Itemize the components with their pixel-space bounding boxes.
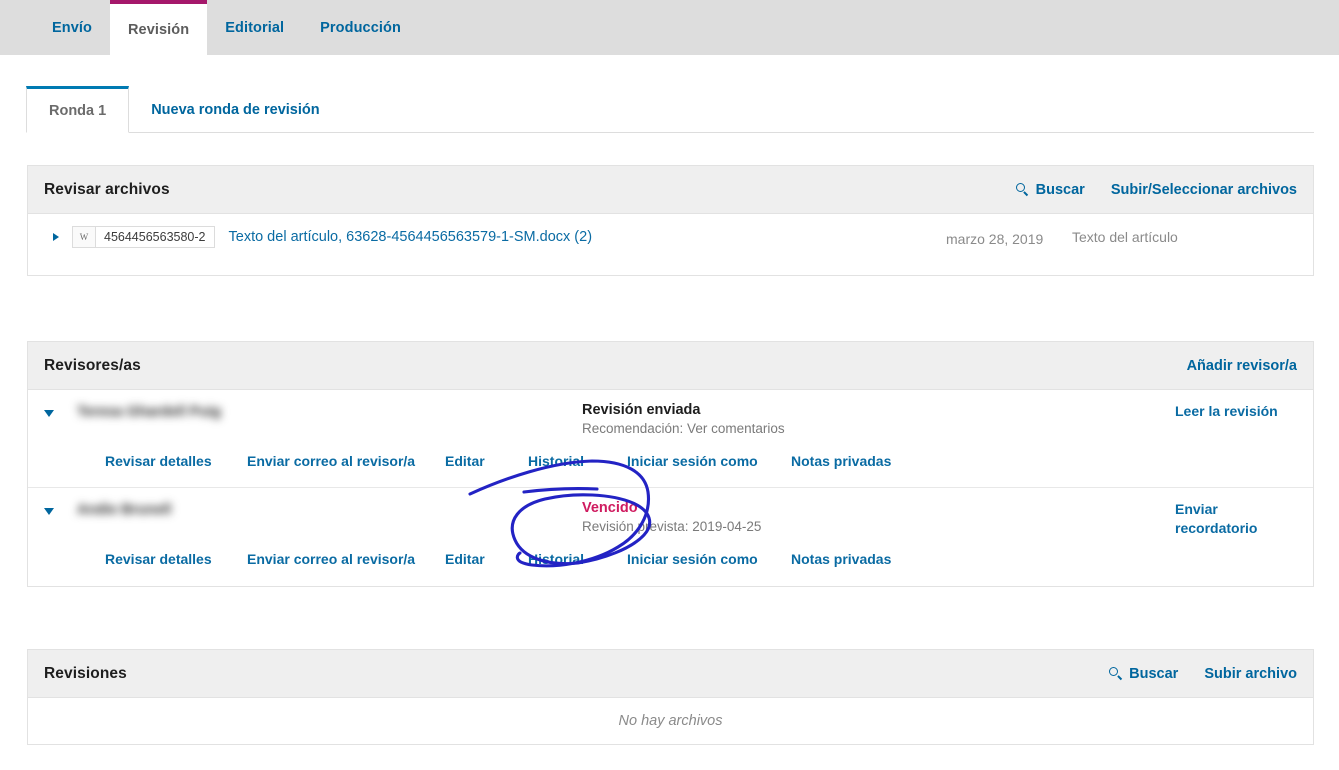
reviewer-status-sub: Revisión prevista: 2019-04-25 [582,519,762,534]
reviewers-title: Revisores/as [44,356,141,374]
workflow-tabs: Envío Revisión Editorial Producción [34,0,419,55]
review-files-actions: Buscar Subir/Seleccionar archivos [1015,181,1297,198]
file-id: 4564456563580-2 [96,226,215,248]
revisions-empty-message: No hay archivos [618,713,723,729]
reviewer-history-link[interactable]: Historial [528,551,584,567]
review-files-search-label: Buscar [1035,181,1085,198]
reviewer-details-link[interactable]: Revisar detalles [105,453,212,469]
review-files-search-button[interactable]: Buscar [1015,181,1085,198]
tab-produccion[interactable]: Producción [302,0,419,55]
review-files-title: Revisar archivos [44,180,170,198]
workflow-tab-bar: Envío Revisión Editorial Producción [0,0,1339,55]
search-icon [1015,183,1029,196]
reviewer-status: Revisión enviada Recomendación: Ver come… [582,402,1002,436]
revisions-search-label: Buscar [1129,665,1179,682]
tab-editorial[interactable]: Editorial [207,0,302,55]
collapse-reviewer-caret-icon[interactable] [44,410,54,417]
upload-file-button[interactable]: Subir archivo [1204,666,1297,682]
reviewer-status-badge: Vencido [582,500,638,516]
file-name-link[interactable]: Texto del artículo, 63628-4564456563579-… [229,229,593,245]
tab-revision[interactable]: Revisión [109,0,208,55]
reviewers-header-actions: Añadir revisor/a [1187,358,1297,374]
revisions-title: Revisiones [44,664,127,682]
tab-envio[interactable]: Envío [34,0,110,55]
reviewer-private-notes-link[interactable]: Notas privadas [791,453,891,469]
reviewer-row: Teresa Ghardell Puig Revisión enviada Re… [28,390,1313,488]
reviewer-details-link[interactable]: Revisar detalles [105,551,212,567]
reviewer-history-link[interactable]: Historial [528,453,584,469]
reviewer-status-title: Revisión enviada [582,402,701,418]
reviewer-email-link[interactable]: Enviar correo al revisor/a [247,453,415,469]
tab-nueva-ronda[interactable]: Nueva ronda de revisión [129,86,341,133]
reviewer-actions: Revisar detalles Enviar correo al reviso… [28,540,1313,567]
expand-file-caret-icon[interactable] [53,233,59,241]
upload-select-files-button[interactable]: Subir/Seleccionar archivos [1111,182,1297,198]
read-review-link[interactable]: Leer la revisión [1175,402,1287,421]
reviewers-panel: Revisores/as Añadir revisor/a Teresa Gha… [27,341,1314,587]
reviewer-row: Andie Brunell Vencido Revisión prevista:… [28,488,1313,586]
reviewer-actions: Revisar detalles Enviar correo al reviso… [28,442,1313,469]
reviewer-name: Andie Brunell [77,502,172,518]
reviewer-edit-link[interactable]: Editar [445,453,485,469]
reviewer-login-as-link[interactable]: Iniciar sesión como [627,453,758,469]
reviewer-private-notes-link[interactable]: Notas privadas [791,551,891,567]
file-row: W 4564456563580-2 Texto del artículo, 63… [28,214,1313,275]
reviewer-email-link[interactable]: Enviar correo al revisor/a [247,551,415,567]
revisions-header-actions: Buscar Subir archivo [1109,666,1297,682]
search-icon [1109,667,1122,680]
revisions-panel: Revisiones Buscar Subir archivo No hay a… [27,649,1314,745]
reviewer-name: Teresa Ghardell Puig [77,404,221,420]
word-doc-icon: W [72,226,96,248]
revisions-header: Revisiones Buscar Subir archivo [28,650,1313,698]
add-reviewer-button[interactable]: Añadir revisor/a [1187,358,1297,374]
tab-ronda-1[interactable]: Ronda 1 [26,86,130,133]
reviewers-header: Revisores/as Añadir revisor/a [28,342,1313,390]
reviewer-edit-link[interactable]: Editar [445,551,485,567]
collapse-reviewer-caret-icon[interactable] [44,508,54,515]
file-type: Texto del artículo [1072,229,1178,245]
send-reminder-link[interactable]: Enviar recordatorio [1175,500,1287,538]
review-files-panel: Revisar archivos Buscar Subir/Selecciona… [27,165,1314,276]
round-tabs: Ronda 1 Nueva ronda de revisión [26,86,342,133]
page-root: Envío Revisión Editorial Producción Rond… [0,0,1339,770]
reviewer-status: Vencido Revisión prevista: 2019-04-25 [582,500,1002,534]
file-id-group: W 4564456563580-2 [72,226,215,248]
file-date: marzo 28, 2019 [946,231,1044,247]
reviewer-status-sub: Recomendación: Ver comentarios [582,421,785,436]
review-files-header: Revisar archivos Buscar Subir/Selecciona… [28,166,1313,214]
revisions-search-button[interactable]: Buscar [1109,666,1178,682]
reviewer-login-as-link[interactable]: Iniciar sesión como [627,551,758,567]
